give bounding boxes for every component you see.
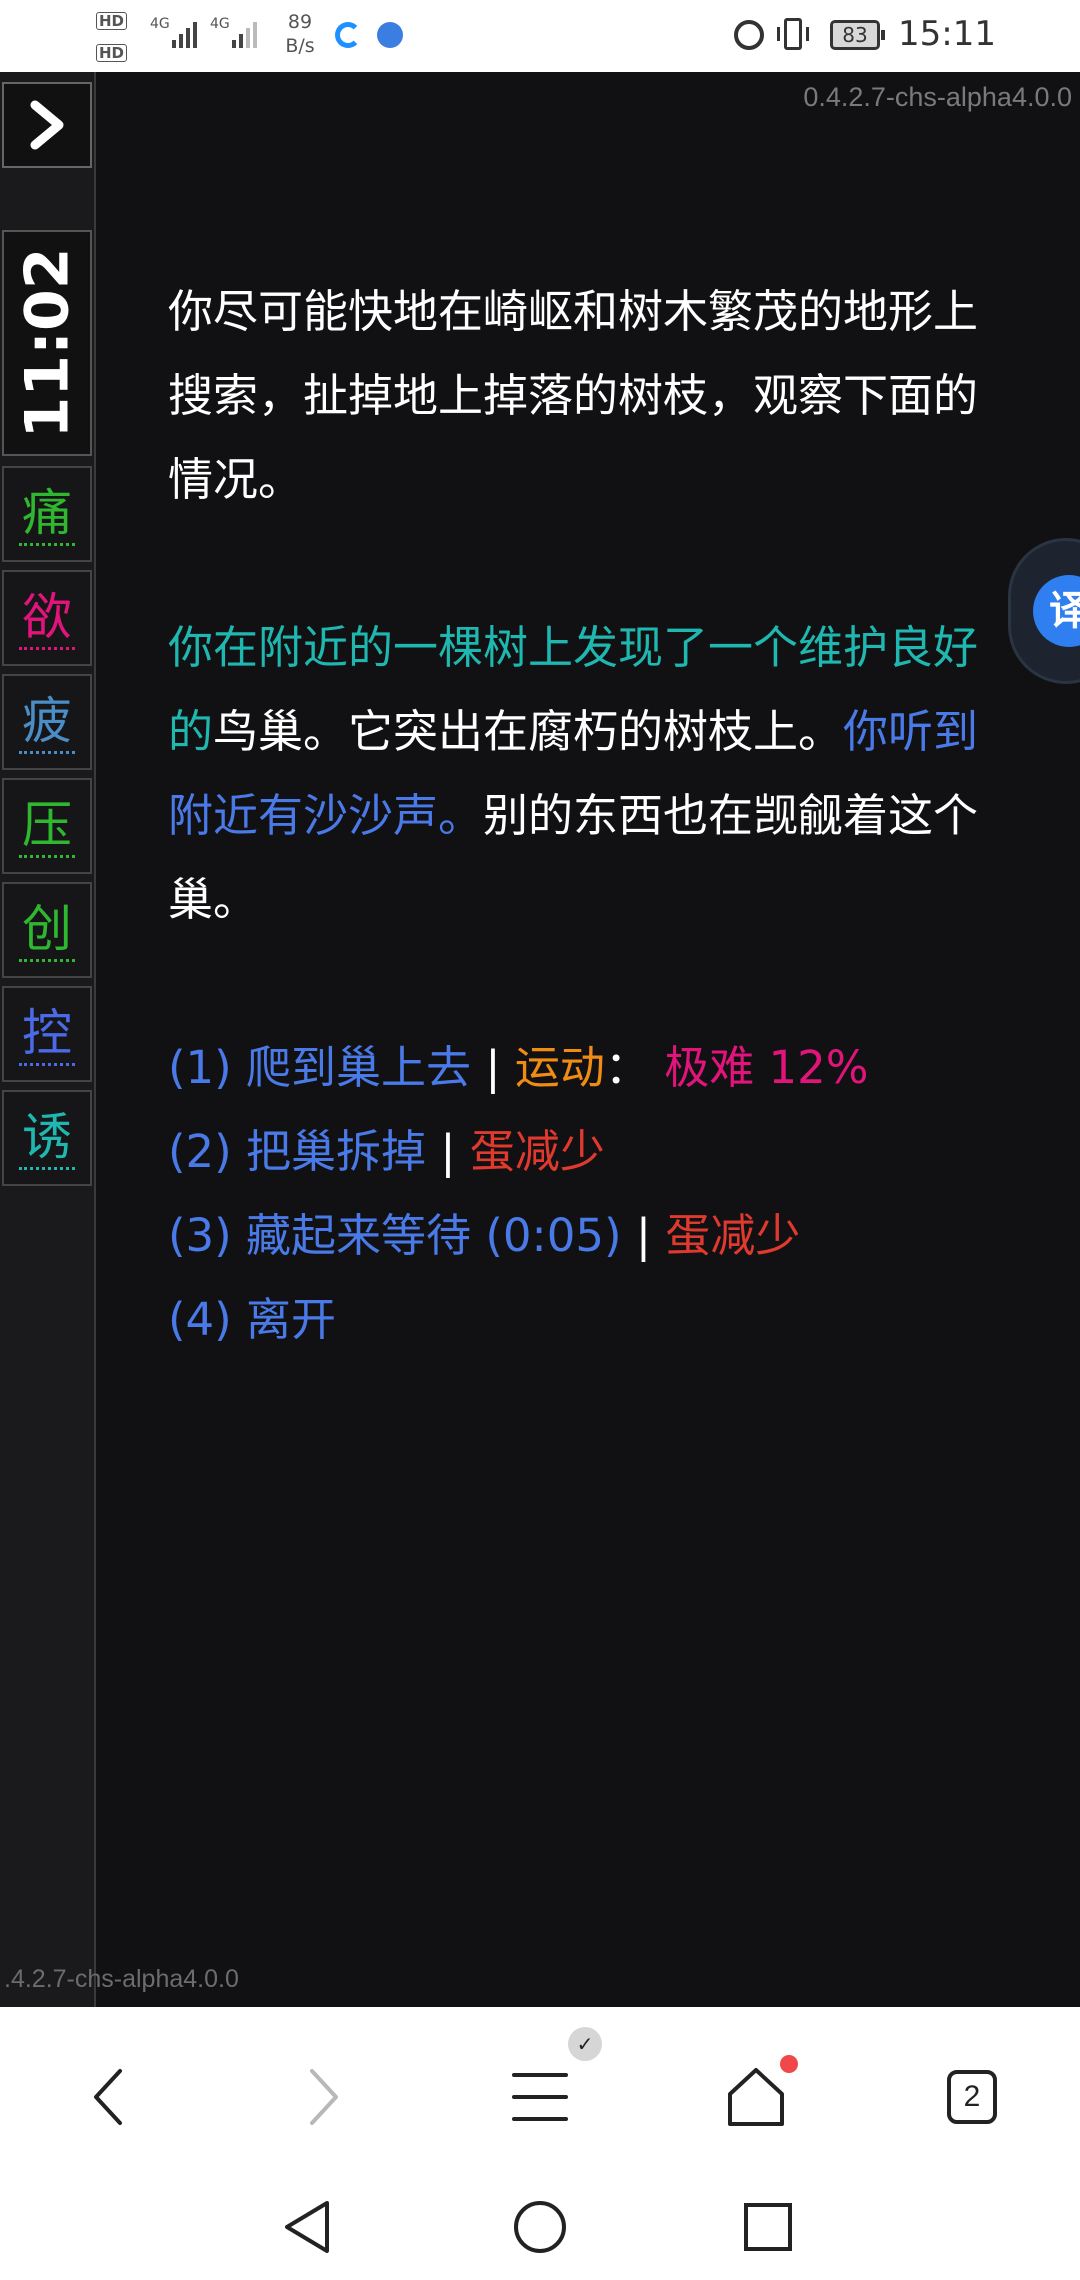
signal-icon-2 — [232, 18, 257, 48]
choice-separator: | — [426, 1125, 470, 1178]
network-speed-value: 89 — [287, 11, 313, 33]
game-clock-time: 11:02 — [12, 247, 82, 439]
system-navigation-bar — [0, 2172, 1080, 2280]
choice-item-2: (2) 把巢拆掉 | 蛋减少 — [168, 1110, 998, 1194]
nav-recents-icon — [744, 2203, 792, 2251]
status-bar: HD HD 4G 4G 89 B/s 83 15:11 — [0, 0, 1080, 72]
nav-back-icon — [285, 2201, 329, 2253]
network-type-1: 4G — [150, 16, 170, 32]
network-speed-unit: B/s — [285, 35, 315, 57]
stat-pain[interactable]: 痛 — [2, 466, 92, 562]
story-paragraph-2: 你在附近的一棵树上发现了一个维护良好的鸟巢。它突出在腐朽的树枝上。你听到附近有沙… — [168, 606, 998, 942]
choice-item-3: (3) 藏起来等待 (0:05) | 蛋减少 — [168, 1194, 998, 1278]
choice-link-tear-down[interactable]: (2) 把巢拆掉 — [168, 1125, 426, 1178]
browser-forward-button[interactable] — [284, 2057, 364, 2137]
network-speed: 89 B/s — [280, 10, 320, 58]
menu-check-badge: ✓ — [568, 2027, 602, 2061]
choice-separator: | — [471, 1041, 515, 1094]
choice-link-hide-wait[interactable]: (3) 藏起来等待 (0:05) — [168, 1209, 622, 1262]
stat-pain-label: 痛 — [19, 483, 75, 546]
stat-stress-label: 压 — [19, 795, 75, 858]
browser-notification-icon — [377, 22, 403, 48]
sidebar: 11:02 痛 欲 疲 压 创 控 诱 — [0, 72, 96, 2007]
stat-fatigue[interactable]: 疲 — [2, 674, 92, 770]
back-icon — [94, 2069, 122, 2125]
difficulty-label: 极难 12% — [664, 1041, 869, 1094]
hd-indicator-1: HD — [96, 12, 128, 30]
version-label-bottom: .4.2.7-chs-alpha4.0.0 — [4, 1965, 239, 1993]
skill-athletics-tag: 运动 — [514, 1041, 605, 1094]
browser-back-button[interactable] — [68, 2057, 148, 2137]
game-clock: 11:02 — [2, 230, 92, 456]
choice-colon: ： — [604, 1041, 650, 1094]
sidebar-toggle-button[interactable] — [2, 82, 92, 168]
eggs-decrease-tag: 蛋减少 — [469, 1125, 605, 1178]
hd-indicator-2: HD — [96, 44, 128, 62]
signal-icon-1 — [172, 18, 197, 48]
forward-icon — [310, 2069, 338, 2125]
version-label-top: 0.4.2.7-chs-alpha4.0.0 — [803, 82, 1072, 112]
stat-fatigue-label: 疲 — [19, 691, 75, 754]
browser-toolbar: ✓ 2 — [0, 2007, 1080, 2172]
stat-control-label: 控 — [19, 1003, 75, 1066]
battery-icon: 83 — [830, 20, 885, 50]
story-content: 你尽可能快地在崎岖和树木繁茂的地形上搜索，扯掉地上掉落的树枝，观察下面的情况。 … — [168, 270, 998, 1362]
stat-stress[interactable]: 压 — [2, 778, 92, 874]
choice-list: (1) 爬到巢上去 | 运动： 极难 12% (2) 把巢拆掉 | 蛋减少 (3… — [168, 1026, 998, 1362]
choice-separator: | — [621, 1209, 666, 1262]
stat-trauma[interactable]: 创 — [2, 882, 92, 978]
chevron-right-icon — [30, 100, 64, 150]
browser-tabs-button[interactable]: 2 — [932, 2057, 1012, 2137]
stat-arousal[interactable]: 欲 — [2, 570, 92, 666]
translate-icon: 译 — [1033, 575, 1080, 647]
eggs-decrease-tag: 蛋减少 — [665, 1209, 801, 1262]
stat-allure-label: 诱 — [19, 1107, 75, 1170]
nav-recents-button[interactable] — [733, 2192, 803, 2262]
tabs-icon: 2 — [947, 2070, 997, 2124]
choice-item-1: (1) 爬到巢上去 | 运动： 极难 12% — [168, 1026, 998, 1110]
stat-arousal-label: 欲 — [19, 587, 75, 650]
alarm-icon — [734, 20, 764, 50]
app-notification-icon — [335, 22, 361, 48]
nav-home-button[interactable] — [505, 2192, 575, 2262]
choice-item-4: (4) 离开 — [168, 1278, 998, 1362]
status-time: 15:11 — [898, 14, 996, 54]
story-paragraph-1: 你尽可能快地在崎岖和树木繁茂的地形上搜索，扯掉地上掉落的树枝，观察下面的情况。 — [168, 285, 979, 506]
nav-back-button[interactable] — [272, 2192, 342, 2262]
nest-description-text: 鸟巢。它突出在腐朽的树枝上。 — [213, 705, 844, 758]
home-notification-dot — [780, 2055, 798, 2073]
stat-allure[interactable]: 诱 — [2, 1090, 92, 1186]
menu-icon — [512, 2073, 568, 2121]
nav-home-icon — [514, 2201, 566, 2253]
home-icon — [728, 2068, 784, 2126]
stat-control[interactable]: 控 — [2, 986, 92, 1082]
choice-link-leave[interactable]: (4) 离开 — [168, 1293, 336, 1346]
network-type-2: 4G — [210, 16, 230, 32]
floating-translate-button[interactable]: 译 — [1008, 538, 1080, 684]
browser-menu-button[interactable] — [500, 2057, 580, 2137]
vibrate-icon — [777, 18, 809, 50]
choice-link-climb[interactable]: (1) 爬到巢上去 — [168, 1041, 471, 1094]
stat-trauma-label: 创 — [19, 899, 75, 962]
